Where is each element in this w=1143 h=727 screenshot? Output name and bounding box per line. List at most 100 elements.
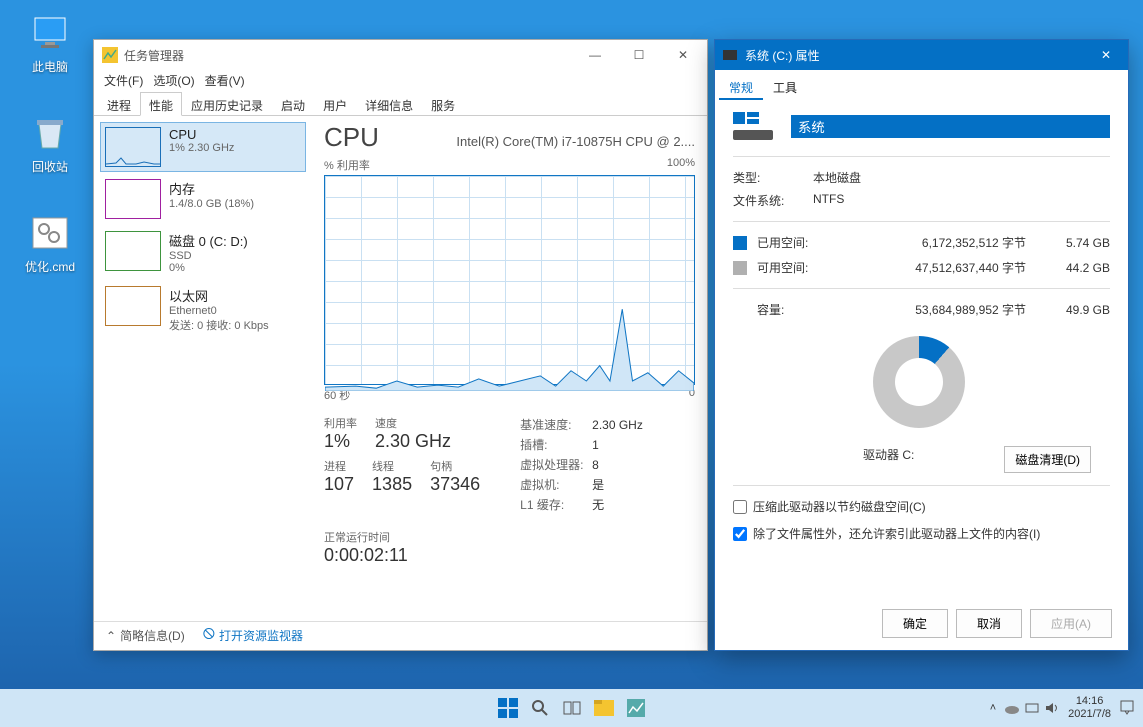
start-button[interactable] <box>494 694 522 722</box>
sidebar-item-memory[interactable]: 内存1.4/8.0 GB (18%) <box>100 174 306 224</box>
menu-view[interactable]: 查看(V) <box>201 70 249 92</box>
fs-value: NTFS <box>813 192 844 209</box>
drive-name-input[interactable] <box>791 115 1110 138</box>
compress-checkbox[interactable]: 压缩此驱动器以节约磁盘空间(C) <box>733 498 1110 515</box>
used-label: 已用空间: <box>757 234 837 251</box>
disk-thumb <box>105 231 161 271</box>
stat-hnd-value: 37346 <box>430 474 480 495</box>
free-swatch <box>733 261 747 275</box>
cap-bytes: 53,684,989,952 字节 <box>837 301 1054 318</box>
tab-users[interactable]: 用户 <box>314 92 356 115</box>
cpu-graph[interactable] <box>324 175 695 385</box>
free-gb: 44.2 GB <box>1054 261 1110 275</box>
drive-small-icon <box>723 50 737 60</box>
taskview-button[interactable] <box>558 694 586 722</box>
network-icon[interactable] <box>1024 700 1040 716</box>
tab-general[interactable]: 常规 <box>719 74 763 100</box>
cancel-button[interactable]: 取消 <box>956 609 1022 638</box>
menu-options[interactable]: 选项(O) <box>149 70 198 92</box>
gear-icon <box>29 212 71 254</box>
sidebar-item-detail: Ethernet0 <box>169 305 269 317</box>
tab-processes[interactable]: 进程 <box>98 92 140 115</box>
sidebar-item-detail: 1.4/8.0 GB (18%) <box>169 198 254 210</box>
info-vproc-value: 8 <box>592 458 599 472</box>
stat-thr-value: 1385 <box>372 474 412 495</box>
disk-cleanup-button[interactable]: 磁盘清理(D) <box>1004 446 1091 473</box>
task-manager-window: 任务管理器 — ☐ ✕ 文件(F) 选项(O) 查看(V) 进程 性能 应用历史… <box>93 39 708 651</box>
clock[interactable]: 14:16 2021/7/8 <box>1068 695 1111 721</box>
fewer-details-link[interactable]: ⌃简略信息(D) <box>106 627 185 644</box>
panel-title: CPU <box>324 122 379 153</box>
sidebar-item-cpu[interactable]: CPU1% 2.30 GHz <box>100 122 306 172</box>
tab-details[interactable]: 详细信息 <box>356 92 422 115</box>
type-value: 本地磁盘 <box>813 169 861 186</box>
sidebar-item-disk[interactable]: 磁盘 0 (C: D:)SSD0% <box>100 226 306 279</box>
search-button[interactable] <box>526 694 554 722</box>
onedrive-icon[interactable] <box>1004 700 1020 716</box>
desktop-icon-cmd[interactable]: 优化.cmd <box>15 212 85 275</box>
resource-monitor-link[interactable]: 🛇打开资源监视器 <box>203 625 303 646</box>
volume-icon[interactable] <box>1044 700 1060 716</box>
sidebar-item-detail2: 0% <box>169 262 248 274</box>
tab-performance[interactable]: 性能 <box>140 92 182 116</box>
date-text: 2021/7/8 <box>1068 708 1111 721</box>
notifications-icon[interactable] <box>1119 699 1135 718</box>
stat-util-label: 利用率 <box>324 415 357 431</box>
drive-icon <box>733 112 773 140</box>
menu-file[interactable]: 文件(F) <box>100 70 147 92</box>
free-label: 可用空间: <box>757 259 837 276</box>
used-swatch <box>733 236 747 250</box>
titlebar[interactable]: 系统 (C:) 属性 ✕ <box>715 40 1128 70</box>
minimize-button[interactable]: — <box>573 40 617 70</box>
desktop-icon-recycle[interactable]: 回收站 <box>15 112 85 175</box>
cpu-model: Intel(R) Core(TM) i7-10875H CPU @ 2.... <box>456 134 695 149</box>
close-button[interactable]: ✕ <box>1084 40 1128 70</box>
taskmgr-button[interactable] <box>622 694 650 722</box>
info-l1-label: L1 缓存: <box>520 495 592 515</box>
titlebar[interactable]: 任务管理器 — ☐ ✕ <box>94 40 707 70</box>
window-title: 任务管理器 <box>124 47 184 64</box>
graph-ylabel: % 利用率 <box>324 157 370 173</box>
cap-label: 容量: <box>757 301 837 318</box>
usage-pie <box>873 336 965 428</box>
chevron-up-icon: ⌃ <box>106 629 116 643</box>
desktop-icon-label: 回收站 <box>15 158 85 175</box>
sidebar-item-detail2: 发送: 0 接收: 0 Kbps <box>169 317 269 333</box>
fs-label: 文件系统: <box>733 192 813 209</box>
app-icon <box>102 47 118 63</box>
pc-icon <box>29 12 71 54</box>
info-l1-value: 无 <box>592 498 604 512</box>
compress-check-input[interactable] <box>733 500 747 514</box>
properties-window: 系统 (C:) 属性 ✕ 常规 工具 类型:本地磁盘 文件系统:NTFS 已用空… <box>714 39 1129 651</box>
info-sock-value: 1 <box>592 438 599 452</box>
resmon-icon: 🛇 <box>203 625 215 646</box>
stat-hnd-label: 句柄 <box>430 458 480 474</box>
close-button[interactable]: ✕ <box>661 40 705 70</box>
apply-button[interactable]: 应用(A) <box>1030 609 1112 638</box>
tab-history[interactable]: 应用历史记录 <box>182 92 272 115</box>
cap-gb: 49.9 GB <box>1054 303 1110 317</box>
info-sock-label: 插槽: <box>520 435 592 455</box>
stat-speed-label: 速度 <box>375 415 451 431</box>
ok-button[interactable]: 确定 <box>882 609 948 638</box>
desktop-icon-thispc[interactable]: 此电脑 <box>15 12 85 75</box>
index-check-input[interactable] <box>733 527 747 541</box>
tab-startup[interactable]: 启动 <box>272 92 314 115</box>
sidebar-item-name: 内存 <box>169 179 254 198</box>
sidebar-item-ethernet[interactable]: 以太网Ethernet0发送: 0 接收: 0 Kbps <box>100 281 306 338</box>
index-checkbox[interactable]: 除了文件属性外，还允许索引此驱动器上文件的内容(I) <box>733 525 1110 542</box>
tab-tools[interactable]: 工具 <box>763 74 807 100</box>
stat-util-value: 1% <box>324 431 357 452</box>
info-base-value: 2.30 GHz <box>592 418 643 432</box>
type-label: 类型: <box>733 169 813 186</box>
explorer-button[interactable] <box>590 694 618 722</box>
stat-proc-label: 进程 <box>324 458 354 474</box>
maximize-button[interactable]: ☐ <box>617 40 661 70</box>
sidebar-item-name: 以太网 <box>169 286 269 305</box>
tab-services[interactable]: 服务 <box>422 92 464 115</box>
sidebar-item-name: 磁盘 0 (C: D:) <box>169 231 248 250</box>
desktop-icon-label: 此电脑 <box>15 58 85 75</box>
stat-proc-value: 107 <box>324 474 354 495</box>
used-gb: 5.74 GB <box>1054 236 1110 250</box>
tray-chevron-icon[interactable]: ˄ <box>990 702 996 714</box>
